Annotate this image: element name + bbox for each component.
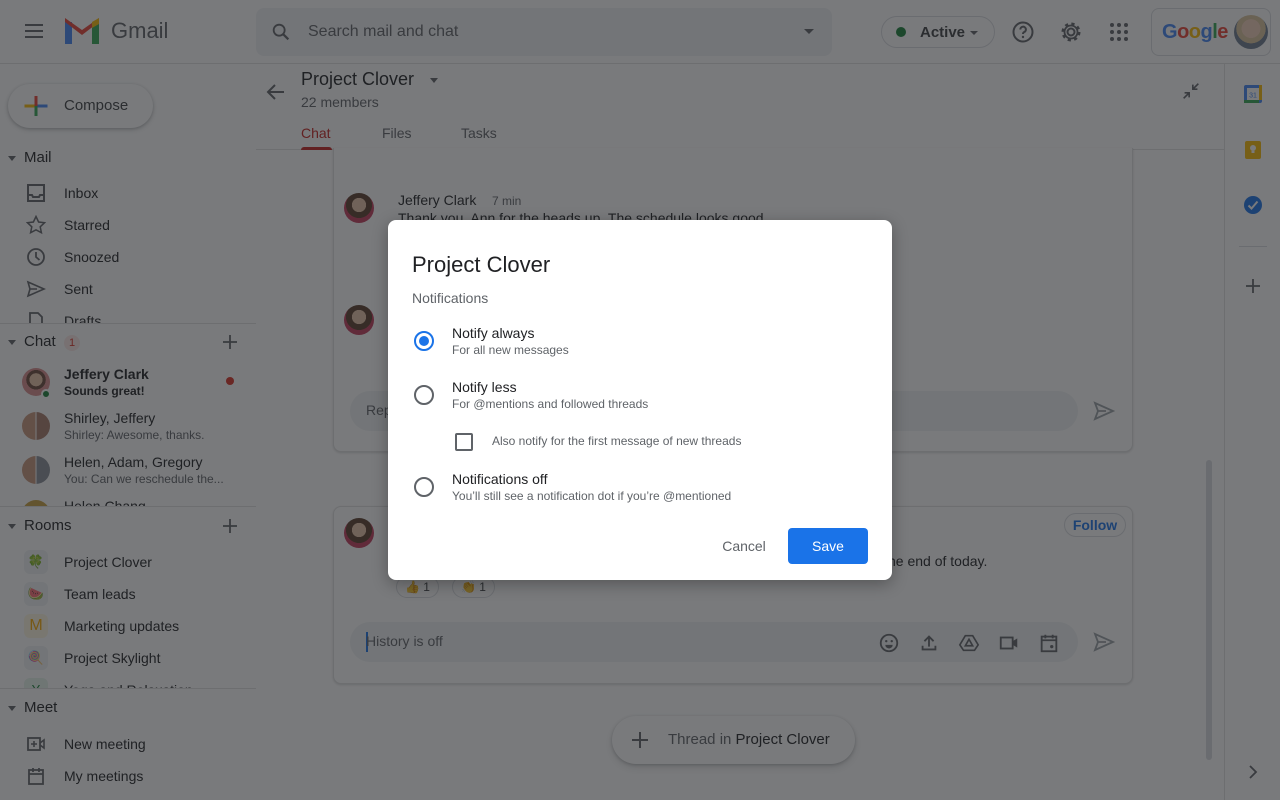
checkbox-label: Also notify for the first message of new… [492, 434, 742, 448]
radio-unselected-icon[interactable] [414, 477, 434, 497]
option-notify-always[interactable]: Notify always For all new messages [412, 325, 852, 365]
radio-selected-icon[interactable] [414, 331, 434, 351]
option-title: Notify always [452, 325, 535, 341]
option-title: Notifications off [452, 471, 548, 487]
dialog-subtitle: Notifications [412, 290, 489, 306]
option-notifications-off[interactable]: Notifications off You’ll still see a not… [412, 471, 852, 511]
first-message-checkbox-row[interactable]: Also notify for the first message of new… [454, 431, 834, 453]
option-title: Notify less [452, 379, 517, 395]
cancel-button[interactable]: Cancel [706, 528, 782, 564]
save-button[interactable]: Save [788, 528, 868, 564]
option-desc: You’ll still see a notification dot if y… [452, 489, 732, 503]
option-desc: For @mentions and followed threads [452, 397, 649, 411]
notifications-dialog: Project Clover Notifications Notify alwa… [388, 220, 892, 580]
option-notify-less[interactable]: Notify less For @mentions and followed t… [412, 379, 852, 419]
checkbox[interactable] [455, 433, 473, 451]
radio-unselected-icon[interactable] [414, 385, 434, 405]
option-desc: For all new messages [452, 343, 569, 357]
dialog-title: Project Clover [412, 252, 551, 277]
